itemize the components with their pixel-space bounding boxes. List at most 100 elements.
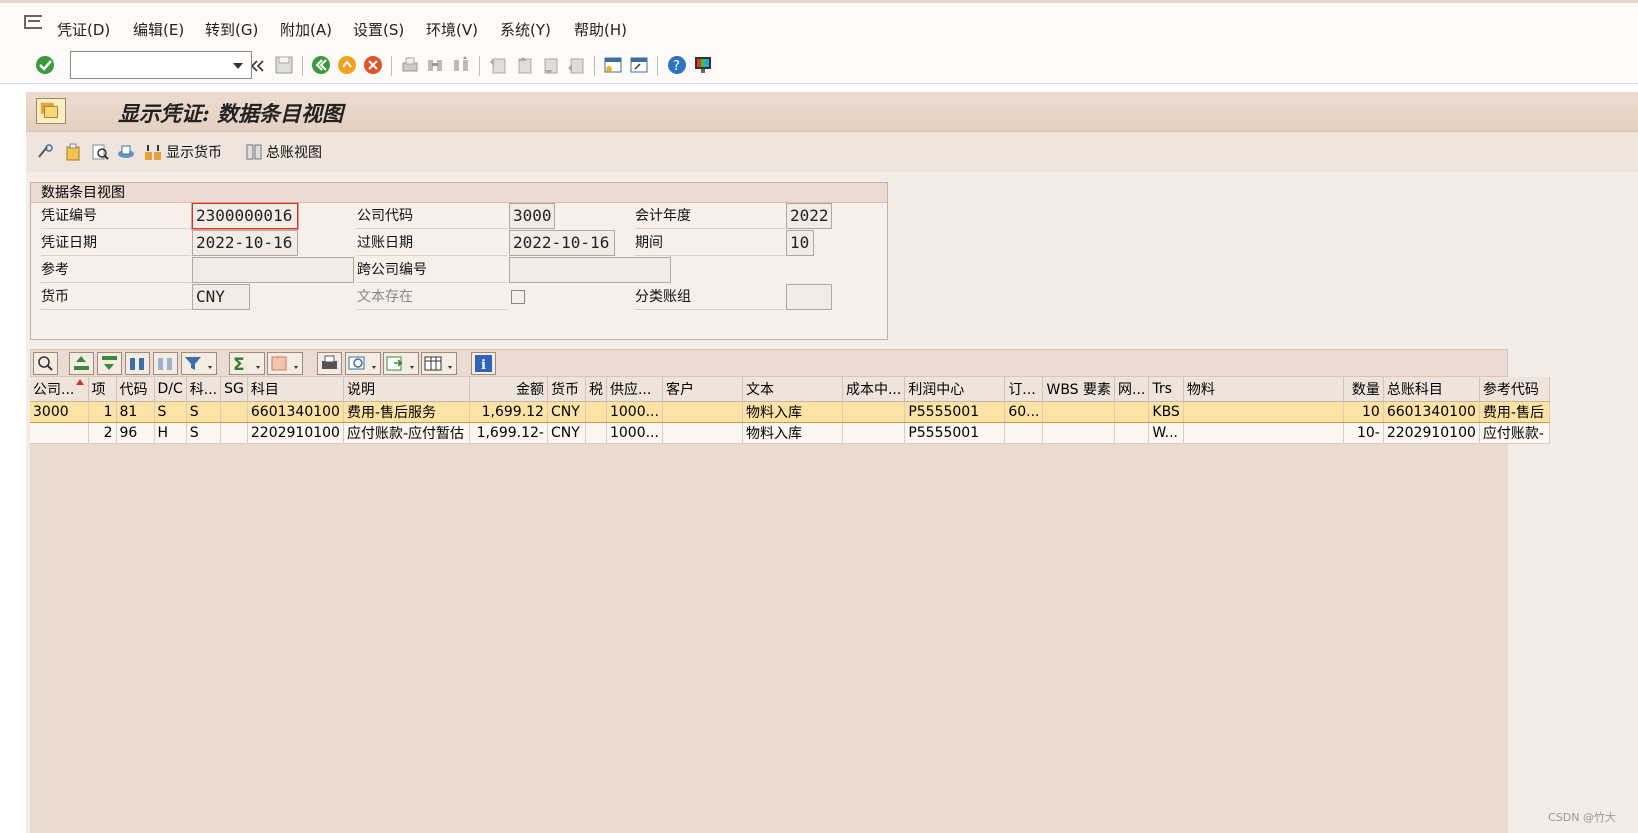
menu-goto[interactable]: 转到(G) <box>205 19 258 40</box>
menu-help[interactable]: 帮助(H) <box>574 19 627 40</box>
reference-label: 参考 <box>41 258 191 283</box>
menu-exit-icon[interactable] <box>24 15 42 29</box>
find-next-icon <box>158 358 172 370</box>
cell <box>1183 400 1344 423</box>
save-icon[interactable] <box>273 54 295 76</box>
col-customer[interactable]: 客户 <box>662 377 743 402</box>
col-network[interactable]: 网... <box>1114 377 1150 402</box>
general-ledger-view-button[interactable]: 总账视图 <box>266 142 322 162</box>
shortcut-icon[interactable] <box>628 54 650 76</box>
col-trs[interactable]: Trs <box>1148 377 1184 402</box>
total-button[interactable]: Σ <box>229 352 265 375</box>
company-code-label: 公司代码 <box>357 204 507 229</box>
grid-find-button[interactable] <box>125 352 150 375</box>
enter-check-icon[interactable] <box>34 54 56 76</box>
cancel-icon[interactable] <box>362 54 384 76</box>
menu-edit[interactable]: 编辑(E) <box>133 19 184 40</box>
double-chevron-left-icon[interactable] <box>250 55 264 77</box>
col-description[interactable]: 说明 <box>343 377 470 402</box>
views-button[interactable] <box>345 352 381 375</box>
filter-button[interactable] <box>181 352 217 375</box>
general-ledger-view-icon[interactable] <box>244 142 264 162</box>
col-cost-center[interactable]: 成本中... <box>842 377 906 402</box>
layout-icon <box>424 356 452 371</box>
cell: 1 <box>88 400 117 423</box>
doc-number-label: 凭证编号 <box>41 204 191 229</box>
info-icon: i <box>475 355 492 373</box>
col-vendor[interactable]: 供应... <box>606 377 663 402</box>
back-icon[interactable] <box>310 54 332 76</box>
col-special-gl[interactable]: SG <box>220 377 248 402</box>
display-currency-button[interactable]: 显示货币 <box>166 142 222 162</box>
sort-indicator-icon <box>76 379 84 385</box>
subtotal-button[interactable] <box>267 352 303 375</box>
help-icon[interactable]: ? <box>666 54 688 76</box>
col-posting-key[interactable]: 代码 <box>116 377 155 402</box>
command-field[interactable] <box>70 51 252 79</box>
col-order[interactable]: 订... <box>1004 377 1044 402</box>
information-button[interactable]: i <box>471 352 496 375</box>
menu-bar: 凭证(D) 编辑(E) 转到(G) 附加(A) 设置(S) 环境(V) 系统(Y… <box>0 0 1638 46</box>
sort-ascending-button[interactable] <box>69 352 94 375</box>
currency-field[interactable]: CNY <box>192 284 250 310</box>
first-page-icon[interactable] <box>487 54 509 76</box>
cross-company-label: 跨公司编号 <box>357 258 507 283</box>
col-account[interactable]: 科目 <box>247 377 344 402</box>
col-reference-key[interactable]: 参考代码 <box>1479 377 1550 402</box>
cross-company-field[interactable] <box>509 257 671 283</box>
col-wbs-element[interactable]: WBS 要素 <box>1042 377 1116 402</box>
fiscal-year-field[interactable]: 2022 <box>786 203 832 229</box>
cell: 2 <box>88 422 117 444</box>
exit-icon[interactable] <box>336 54 358 76</box>
col-gl-account[interactable]: 总账科目 <box>1383 377 1480 402</box>
col-debit-credit[interactable]: D/C <box>154 377 187 402</box>
display-document-icon[interactable] <box>90 142 110 162</box>
table-row[interactable]: 3000 1 81 S S 6601340100 费用-售后服务 1,699.1… <box>30 400 1550 423</box>
find-icon[interactable] <box>424 54 446 76</box>
cell: 1,699.12 <box>469 400 548 423</box>
col-text[interactable]: 文本 <box>742 377 843 402</box>
taxes-icon[interactable] <box>116 142 136 162</box>
layout-menu-icon[interactable] <box>692 54 714 76</box>
layout-button[interactable] <box>421 352 457 375</box>
export-button[interactable] <box>383 352 419 375</box>
ledger-group-field[interactable] <box>786 284 832 310</box>
menu-extras[interactable]: 附加(A) <box>280 19 332 40</box>
col-amount[interactable]: 金额 <box>469 377 548 402</box>
grid-find-next-button[interactable] <box>153 352 178 375</box>
company-code-field[interactable]: 3000 <box>509 203 555 229</box>
col-quantity[interactable]: 数量 <box>1343 377 1384 402</box>
display-currency-icon[interactable] <box>143 142 163 162</box>
grid-details-button[interactable] <box>33 352 58 375</box>
document-overview-icon[interactable] <box>63 142 83 162</box>
col-profit-center[interactable]: 利润中心 <box>904 377 1006 402</box>
cell <box>662 400 743 423</box>
period-field[interactable]: 10 <box>786 230 814 256</box>
doc-date-field[interactable]: 2022-10-16 <box>192 230 298 256</box>
page-title: 显示凭证: 数据条目视图 <box>118 101 344 126</box>
last-page-icon[interactable] <box>565 54 587 76</box>
sort-descending-button[interactable] <box>97 352 122 375</box>
doc-number-field[interactable]: 2300000016 <box>192 203 298 229</box>
text-exists-checkbox[interactable] <box>511 290 525 304</box>
menu-system[interactable]: 系统(Y) <box>500 19 551 40</box>
previous-page-icon[interactable] <box>513 54 535 76</box>
col-item[interactable]: 项 <box>88 377 117 402</box>
cell <box>585 400 607 423</box>
print-preview-button[interactable] <box>317 352 342 375</box>
col-currency[interactable]: 货币 <box>547 377 586 402</box>
change-mode-icon[interactable] <box>36 142 56 162</box>
menu-document[interactable]: 凭证(D) <box>57 19 110 40</box>
menu-environment[interactable]: 环境(V) <box>426 19 478 40</box>
table-row[interactable]: 2 96 H S 2202910100 应付账款-应付暂估 1,699.12- … <box>30 422 1550 444</box>
find-next-icon[interactable] <box>450 54 472 76</box>
print-icon[interactable] <box>399 54 421 76</box>
reference-field[interactable] <box>192 257 354 283</box>
col-account-type[interactable]: 科... <box>186 377 222 402</box>
menu-settings[interactable]: 设置(S) <box>353 19 404 40</box>
col-tax[interactable]: 税 <box>585 377 607 402</box>
next-page-icon[interactable] <box>539 54 561 76</box>
col-material[interactable]: 物料 <box>1183 377 1344 402</box>
posting-date-field[interactable]: 2022-10-16 <box>509 230 615 256</box>
new-session-icon[interactable] <box>602 54 624 76</box>
